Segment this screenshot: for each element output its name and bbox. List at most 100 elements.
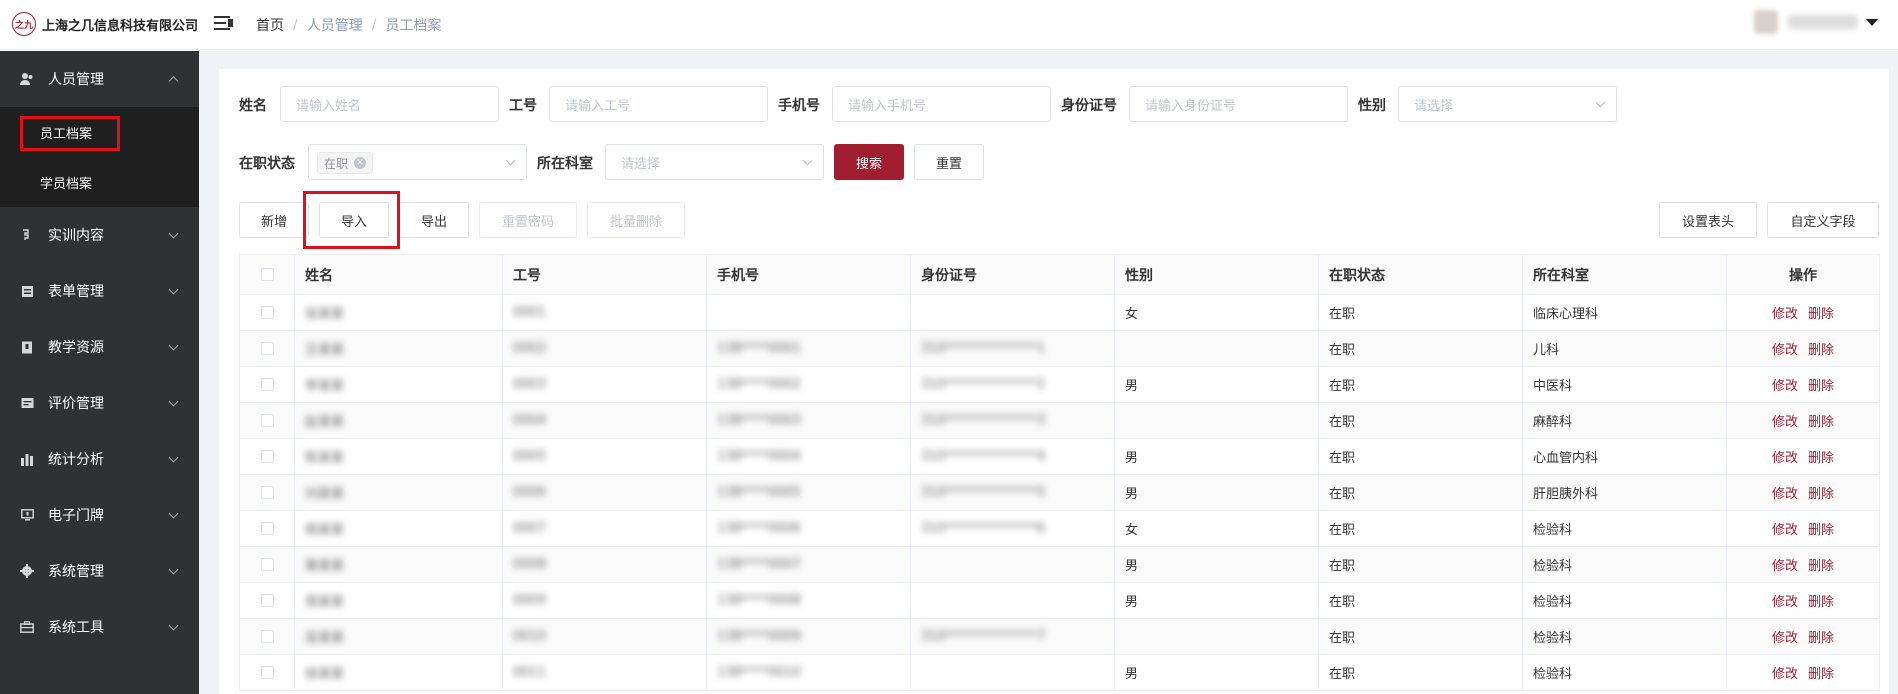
table-row[interactable]: 李某某 0003 138****0002 310**************2 男在职中… bbox=[239, 366, 1880, 403]
cell-ops: 修改 删除 bbox=[1726, 582, 1880, 619]
set-header-button[interactable]: 设置表头 bbox=[1659, 202, 1757, 238]
sidebar-item-system-management[interactable]: 系统管理 bbox=[0, 543, 199, 599]
edit-link[interactable]: 修改 bbox=[1772, 451, 1798, 466]
name-input[interactable]: 请输入姓名 bbox=[280, 86, 499, 122]
chevron-down-icon bbox=[168, 396, 179, 407]
dept-select-placeholder: 请选择 bbox=[621, 156, 661, 172]
user-menu[interactable] bbox=[1754, 10, 1878, 34]
gender-select[interactable]: 请选择 bbox=[1398, 86, 1617, 122]
row-checkbox[interactable] bbox=[239, 618, 295, 655]
status-select[interactable]: 在职 ✕ bbox=[308, 144, 527, 180]
row-checkbox[interactable] bbox=[239, 330, 295, 367]
delete-link[interactable]: 删除 bbox=[1808, 667, 1834, 682]
edit-link[interactable]: 修改 bbox=[1772, 415, 1798, 430]
sidebar-item-label: 评价管理 bbox=[48, 396, 104, 412]
sidebar-collapse-icon[interactable] bbox=[214, 15, 234, 33]
edit-link[interactable]: 修改 bbox=[1772, 307, 1798, 322]
breadcrumb-separator: / bbox=[371, 17, 377, 33]
dept-select[interactable]: 请选择 bbox=[605, 144, 824, 180]
cell-name: 张某某 bbox=[294, 294, 503, 331]
cell-dept: 检验科 bbox=[1522, 618, 1727, 655]
cell-status: 在职 bbox=[1318, 366, 1523, 403]
edit-link[interactable]: 修改 bbox=[1772, 559, 1798, 574]
sidebar-item-e-doorplate[interactable]: 电子门牌 bbox=[0, 487, 199, 543]
sidebar-item-label: 教学资源 bbox=[48, 340, 104, 356]
breadcrumb-home[interactable]: 首页 bbox=[256, 15, 284, 35]
reset-button[interactable]: 重置 bbox=[914, 144, 984, 180]
cell-name: 周某某 bbox=[294, 582, 503, 619]
row-checkbox[interactable] bbox=[239, 510, 295, 547]
cell-phone: 138****0008 bbox=[706, 582, 911, 619]
phone-input[interactable]: 请输入手机号 bbox=[832, 86, 1051, 122]
edit-link[interactable]: 修改 bbox=[1772, 523, 1798, 538]
company-logo[interactable]: 之九 上海之几信息科技有限公司 bbox=[12, 12, 198, 36]
cell-empno: 0005 bbox=[502, 438, 707, 475]
row-checkbox[interactable] bbox=[239, 294, 295, 331]
edit-link[interactable]: 修改 bbox=[1772, 379, 1798, 394]
delete-link[interactable]: 删除 bbox=[1808, 379, 1834, 394]
table-row[interactable]: 张某某 0001 女在职 临床心理科 修改 删除 bbox=[239, 294, 1880, 331]
sidebar-item-forms[interactable]: 表单管理 bbox=[0, 263, 199, 319]
delete-link[interactable]: 删除 bbox=[1808, 631, 1834, 646]
row-checkbox[interactable] bbox=[239, 474, 295, 511]
table-row[interactable]: 吴某某 0010 138****0009 310**************7 在职 检验… bbox=[239, 618, 1880, 655]
row-checkbox[interactable] bbox=[239, 582, 295, 619]
search-button[interactable]: 搜索 bbox=[834, 144, 904, 180]
cell-dept: 中医科 bbox=[1522, 366, 1727, 403]
custom-fields-button[interactable]: 自定义字段 bbox=[1767, 202, 1879, 238]
sidebar-item-evaluation[interactable]: 评价管理 bbox=[0, 375, 199, 431]
sidebar-item-training[interactable]: 实训内容 bbox=[0, 207, 199, 263]
cell-ops: 修改 删除 bbox=[1726, 366, 1880, 403]
table-row[interactable]: 黄某某 0008 138****0007 男在职 检验科 修改 删除 bbox=[239, 546, 1880, 583]
cell-ops: 修改 删除 bbox=[1726, 330, 1880, 367]
cell-status: 在职 bbox=[1318, 330, 1523, 367]
row-checkbox[interactable] bbox=[239, 546, 295, 583]
delete-link[interactable]: 删除 bbox=[1808, 343, 1834, 358]
select-all-checkbox[interactable] bbox=[239, 254, 295, 295]
sidebar-item-system-tools[interactable]: 系统工具 bbox=[0, 599, 199, 655]
row-checkbox[interactable] bbox=[239, 366, 295, 403]
chevron-down-icon bbox=[168, 284, 179, 295]
delete-link[interactable]: 删除 bbox=[1808, 595, 1834, 610]
sidebar-item-student-records[interactable]: 学员档案 bbox=[0, 157, 199, 207]
edit-link[interactable]: 修改 bbox=[1772, 595, 1798, 610]
row-checkbox[interactable] bbox=[239, 654, 295, 691]
delete-link[interactable]: 删除 bbox=[1808, 523, 1834, 538]
reset-password-button[interactable]: 重置密码 bbox=[479, 202, 577, 238]
add-button[interactable]: 新增 bbox=[239, 202, 309, 238]
breadcrumb-personnel[interactable]: 人员管理 bbox=[307, 15, 363, 35]
edit-link[interactable]: 修改 bbox=[1772, 631, 1798, 646]
table-row[interactable]: 杨某某 0007 138****0006 310**************6 女在职检… bbox=[239, 510, 1880, 547]
export-button[interactable]: 导出 bbox=[399, 202, 469, 238]
delete-link[interactable]: 删除 bbox=[1808, 307, 1834, 322]
table-row[interactable]: 徐某某 0011 138****0010 男在职 检验科 修改 删除 bbox=[239, 654, 1880, 691]
book-icon bbox=[20, 340, 34, 354]
row-checkbox[interactable] bbox=[239, 402, 295, 439]
table-row[interactable]: 陈某某 0005 138****0004 310**************4 男在职心… bbox=[239, 438, 1880, 475]
close-icon[interactable]: ✕ bbox=[354, 157, 367, 169]
table-row[interactable]: 赵某某 0004 138****0003 310**************3 在职 麻醉… bbox=[239, 402, 1880, 439]
cell-name: 王某某 bbox=[294, 330, 503, 367]
cell-status: 在职 bbox=[1318, 618, 1523, 655]
delete-link[interactable]: 删除 bbox=[1808, 415, 1834, 430]
empno-input[interactable]: 请输入工号 bbox=[549, 86, 768, 122]
cell-empno: 0008 bbox=[502, 546, 707, 583]
delete-link[interactable]: 删除 bbox=[1808, 487, 1834, 502]
cell-phone: 138****0005 bbox=[706, 474, 911, 511]
idcard-input[interactable]: 请输入身份证号 bbox=[1129, 86, 1348, 122]
edit-link[interactable]: 修改 bbox=[1772, 343, 1798, 358]
batch-delete-button[interactable]: 批量删除 bbox=[587, 202, 685, 238]
cell-status: 在职 bbox=[1318, 510, 1523, 547]
sidebar-item-statistics[interactable]: 统计分析 bbox=[0, 431, 199, 487]
sidebar-item-personnel[interactable]: 人员管理 bbox=[0, 51, 199, 107]
row-checkbox[interactable] bbox=[239, 438, 295, 475]
cell-phone: 138****0004 bbox=[706, 438, 911, 475]
edit-link[interactable]: 修改 bbox=[1772, 667, 1798, 682]
delete-link[interactable]: 删除 bbox=[1808, 559, 1834, 574]
table-row[interactable]: 王某某 0002 138****0001 310**************1 在职 儿科… bbox=[239, 330, 1880, 367]
edit-link[interactable]: 修改 bbox=[1772, 487, 1798, 502]
delete-link[interactable]: 删除 bbox=[1808, 451, 1834, 466]
sidebar-item-teaching-resources[interactable]: 教学资源 bbox=[0, 319, 199, 375]
table-row[interactable]: 周某某 0009 138****0008 男在职 检验科 修改 删除 bbox=[239, 582, 1880, 619]
table-row[interactable]: 刘某某 0006 138****0005 310**************5 男在职肝… bbox=[239, 474, 1880, 511]
